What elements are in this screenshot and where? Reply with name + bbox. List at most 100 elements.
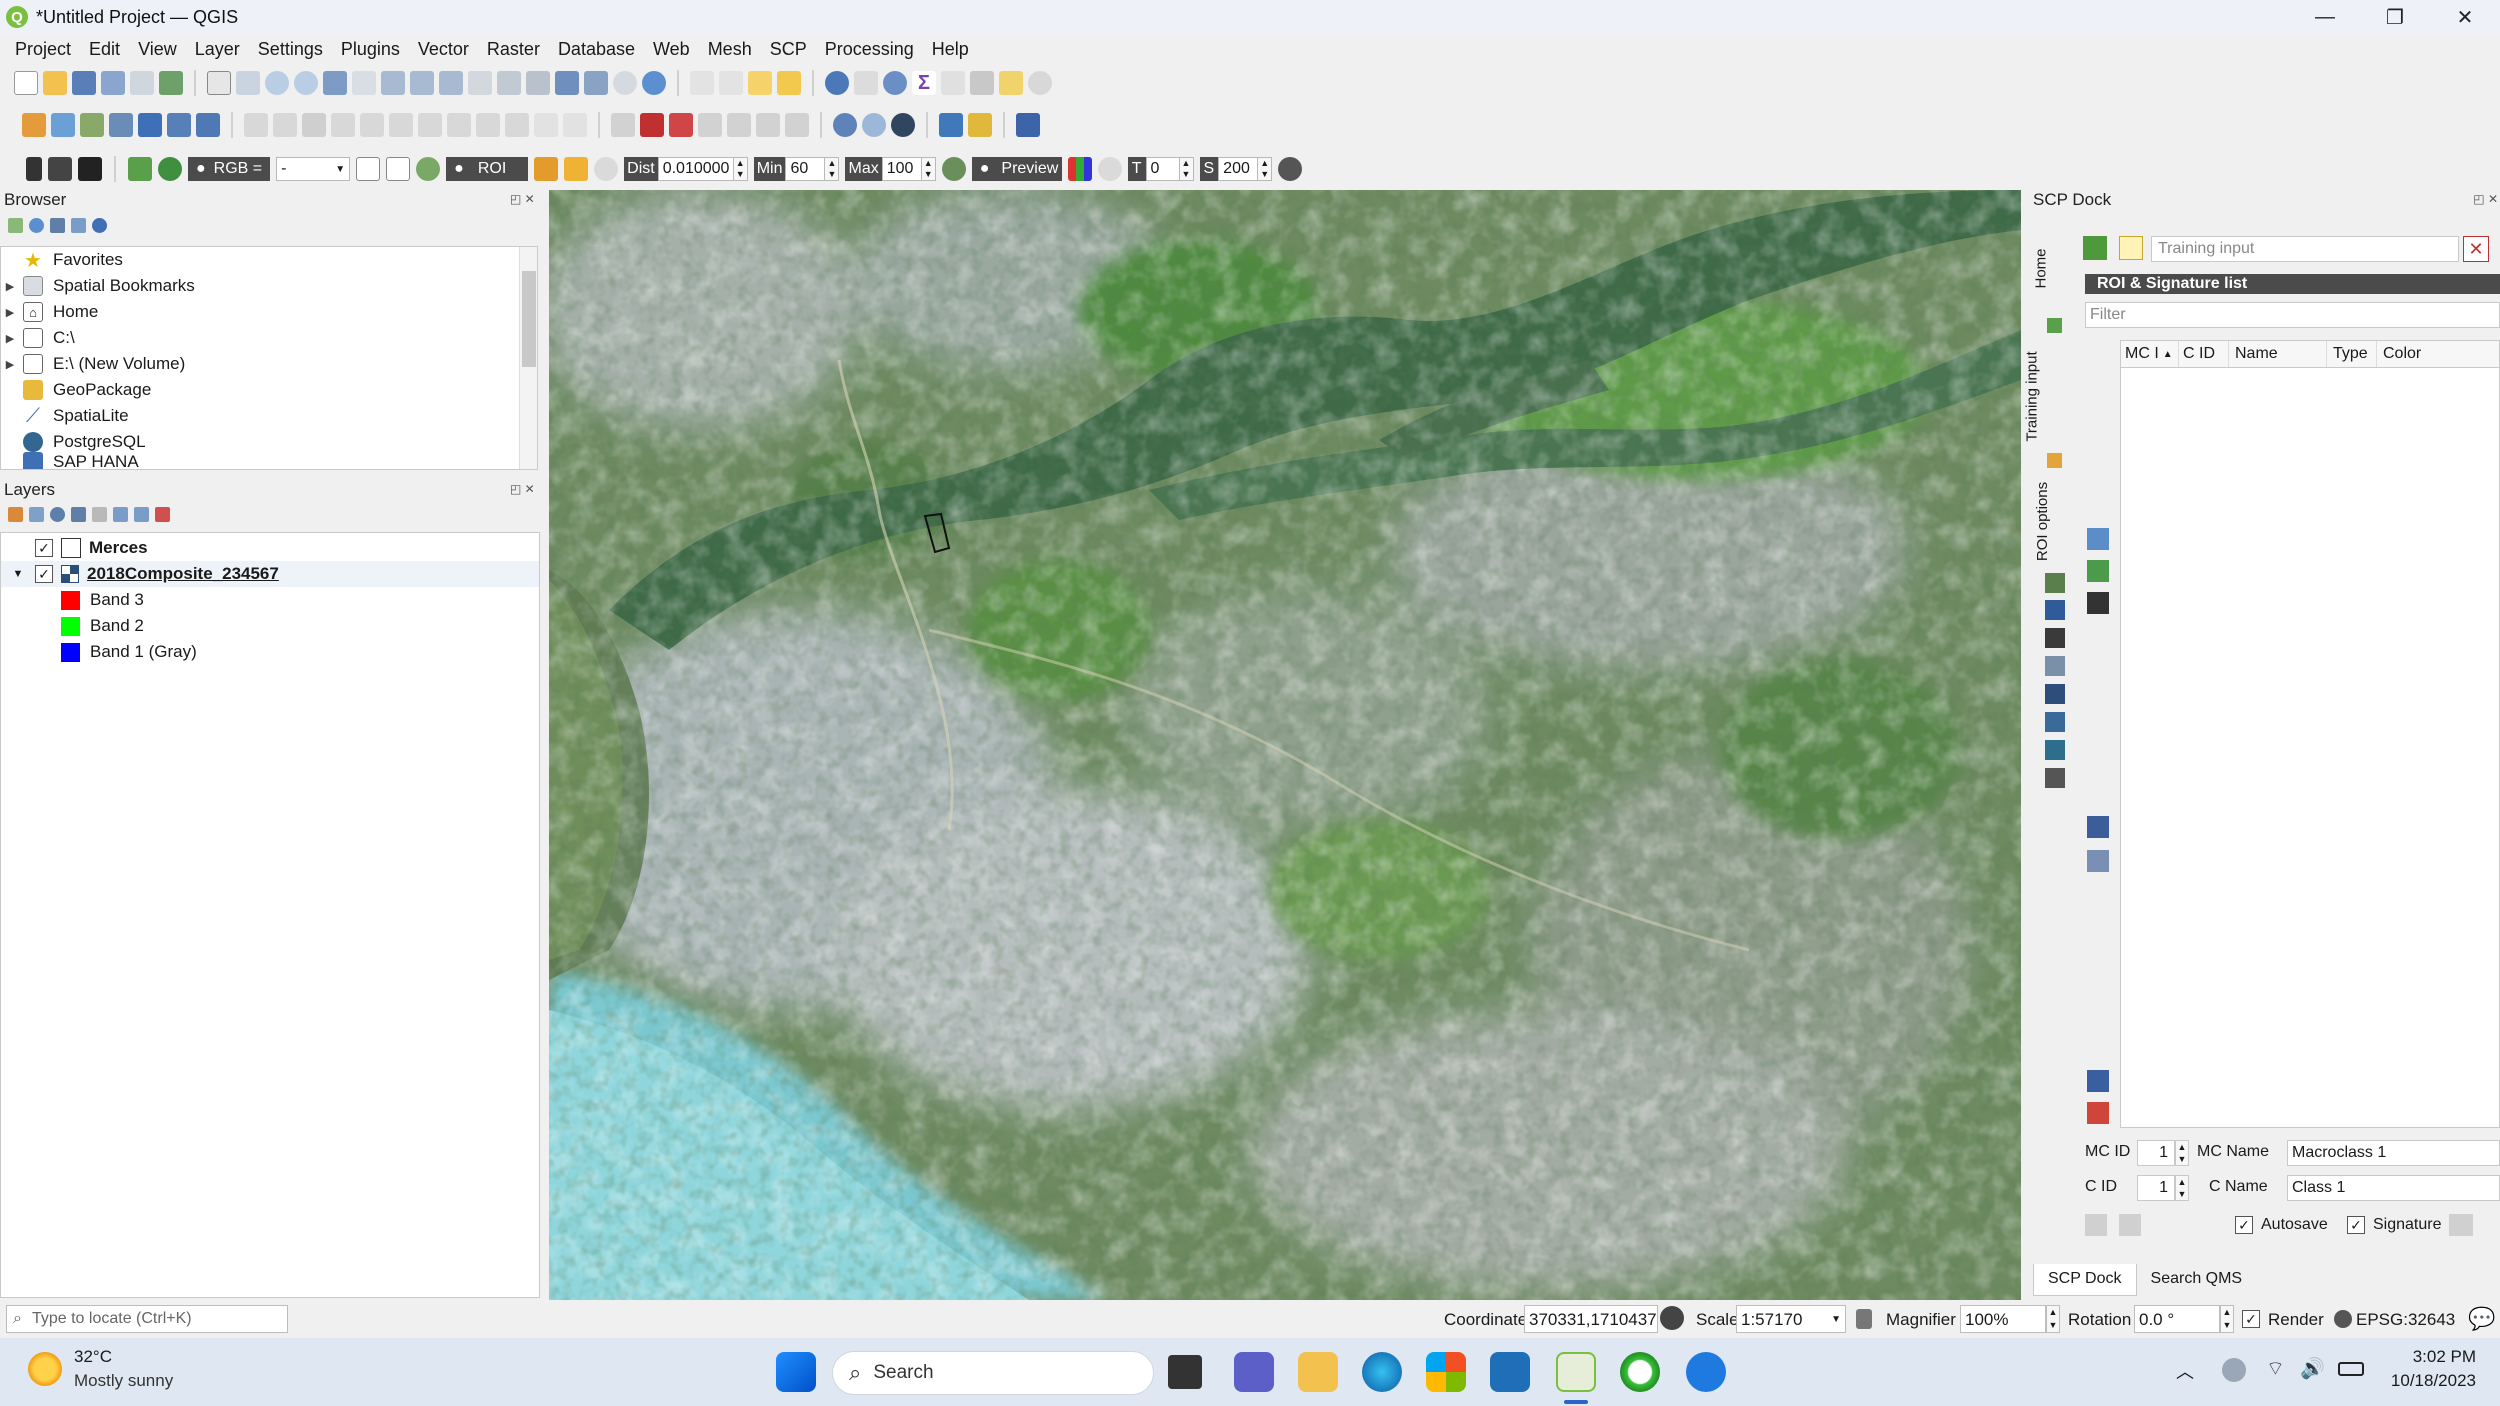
autosave-checkbox[interactable]: ✓ — [2235, 1216, 2253, 1234]
show-hide-labels-icon[interactable] — [785, 113, 809, 137]
expand-all-icon[interactable] — [113, 507, 128, 522]
std-dev-stretch-icon[interactable] — [386, 157, 411, 181]
map-tips-icon[interactable] — [999, 71, 1023, 95]
zoom-in-icon[interactable] — [265, 71, 289, 95]
rotation-spinner[interactable]: ▲ ▼ — [2220, 1305, 2234, 1333]
data-source-manager-icon[interactable] — [22, 113, 46, 137]
scp-zoom-icon[interactable] — [48, 157, 72, 181]
open-styling-icon[interactable] — [8, 507, 23, 522]
col-name[interactable]: Name — [2229, 341, 2327, 367]
scp-swap-icon[interactable] — [78, 157, 102, 181]
deselect-icon[interactable] — [748, 71, 772, 95]
start-windows-icon[interactable] — [776, 1352, 816, 1392]
teams-chat-icon[interactable] — [1234, 1352, 1274, 1392]
menu-vector[interactable]: Vector — [409, 39, 478, 60]
menu-plugins[interactable]: Plugins — [332, 39, 409, 60]
arcgis-icon[interactable] — [1490, 1352, 1530, 1392]
browser-item-favorites[interactable]: ★ Favorites — [1, 247, 537, 273]
menu-settings[interactable]: Settings — [249, 39, 332, 60]
zoom-next-icon[interactable] — [468, 71, 492, 95]
paste-features-icon[interactable] — [505, 113, 529, 137]
weather-description[interactable]: Mostly sunny — [74, 1371, 173, 1391]
move-label-icon[interactable] — [698, 113, 722, 137]
add-raster-icon[interactable] — [167, 113, 191, 137]
menu-project[interactable]: Project — [6, 39, 80, 60]
zoom-native-icon[interactable] — [410, 71, 434, 95]
menu-view[interactable]: View — [129, 39, 186, 60]
browser-item-sap-hana[interactable]: SAP HANA — [1, 449, 537, 469]
t-spinner[interactable]: ▲ ▼ — [1179, 157, 1194, 181]
coordinate-input[interactable]: 370331,1710437 — [1524, 1305, 1658, 1333]
render-checkbox[interactable]: ✓ — [2242, 1310, 2260, 1328]
menu-processing[interactable]: Processing — [816, 39, 923, 60]
taskbar-search[interactable]: ⌕ Search — [832, 1351, 1154, 1395]
filter-input[interactable]: Filter — [2085, 302, 2500, 328]
open-training-input-icon[interactable] — [2083, 236, 2107, 260]
band-calc-tab-icon[interactable] — [2045, 712, 2065, 732]
new-training-input-icon[interactable] — [2119, 236, 2143, 260]
zoom-selection-icon[interactable] — [352, 71, 376, 95]
pan-hand-icon[interactable] — [207, 71, 231, 95]
tab-roi-options[interactable]: ROI options — [2034, 482, 2051, 561]
max-input[interactable]: 100 — [881, 157, 922, 181]
delete-signature-icon[interactable] — [2087, 592, 2109, 614]
mc-name-input[interactable]: Macroclass 1 — [2287, 1140, 2500, 1166]
tab-home[interactable]: Home — [2033, 248, 2050, 288]
collapse-all-icon[interactable] — [71, 218, 86, 233]
magnifier-input[interactable]: 100% — [1960, 1305, 2046, 1333]
temporal-controller-icon[interactable] — [613, 71, 637, 95]
batch-tab-icon[interactable] — [2045, 740, 2065, 760]
scp-pointer-icon[interactable] — [26, 157, 42, 181]
help-icon[interactable] — [1016, 113, 1040, 137]
rotate-label-icon[interactable] — [727, 113, 751, 137]
import-signatures-icon[interactable] — [2087, 1070, 2109, 1092]
add-selected-layers-icon[interactable] — [8, 218, 23, 233]
layer-row-merces[interactable]: ✓ Merces — [1, 535, 539, 561]
dist-input[interactable]: 0.010000 — [657, 157, 734, 181]
browser-item-home[interactable]: ▶ ⌂ Home — [1, 299, 537, 325]
measure-line-icon[interactable] — [970, 71, 994, 95]
attribute-table-icon[interactable] — [854, 71, 878, 95]
undo-icon[interactable] — [534, 113, 558, 137]
download-tab-icon[interactable] — [2045, 600, 2065, 620]
local-cumulative-stretch-icon[interactable] — [356, 157, 381, 181]
settings-gear-icon[interactable] — [883, 71, 907, 95]
c-id-input[interactable]: 1 — [2137, 1175, 2175, 1201]
vertex-tool-icon[interactable] — [360, 113, 384, 137]
signature-checkbox[interactable]: ✓ — [2347, 1216, 2365, 1234]
weather-temperature[interactable]: 32°C — [74, 1347, 112, 1367]
menu-database[interactable]: Database — [549, 39, 644, 60]
scp-zoom-image-icon[interactable] — [158, 157, 182, 181]
identify-icon[interactable] — [825, 71, 849, 95]
band-processing-tab-icon[interactable] — [2045, 656, 2065, 676]
properties-icon[interactable] — [92, 218, 107, 233]
menu-help[interactable]: Help — [923, 39, 978, 60]
toggle-extents-icon[interactable] — [1660, 1306, 1684, 1330]
wifi-icon[interactable]: ⌔ — [2266, 1356, 2285, 1381]
rotation-input[interactable]: 0.0 ° — [2134, 1305, 2220, 1333]
browser-item-e-drive[interactable]: ▶ E:\ (New Volume) — [1, 351, 537, 377]
save-signature-icon[interactable] — [2449, 1214, 2473, 1236]
band-set-tab-icon[interactable] — [2045, 573, 2065, 593]
postprocessing-tab-icon[interactable] — [2045, 684, 2065, 704]
battery-icon[interactable] — [2338, 1362, 2364, 1376]
add-group-icon[interactable] — [29, 507, 44, 522]
region-growing-icon[interactable] — [564, 157, 589, 181]
messages-icon[interactable]: 💬 — [2468, 1306, 2495, 1332]
menu-mesh[interactable]: Mesh — [699, 39, 761, 60]
search-qms-icon[interactable] — [862, 113, 886, 137]
copy-features-icon[interactable] — [476, 113, 500, 137]
min-spinner[interactable]: ▲ ▼ — [825, 157, 840, 181]
magnifier-spinner[interactable]: ▲ ▼ — [2046, 1305, 2060, 1333]
scatter-plot-icon[interactable] — [2087, 850, 2109, 872]
layers-panel-controls[interactable]: ◰ ✕ — [510, 482, 535, 496]
min-input[interactable]: 60 — [785, 157, 826, 181]
menu-web[interactable]: Web — [644, 39, 699, 60]
add-vector-icon[interactable] — [51, 113, 75, 137]
menu-scp[interactable]: SCP — [761, 39, 816, 60]
minimize-button[interactable]: — — [2290, 0, 2360, 34]
preprocessing-tab-icon[interactable] — [2045, 628, 2065, 648]
crs-globe-icon[interactable] — [2334, 1310, 2352, 1328]
create-roi-icon[interactable] — [534, 157, 559, 181]
clock-date[interactable]: 10/18/2023 — [2376, 1371, 2476, 1391]
